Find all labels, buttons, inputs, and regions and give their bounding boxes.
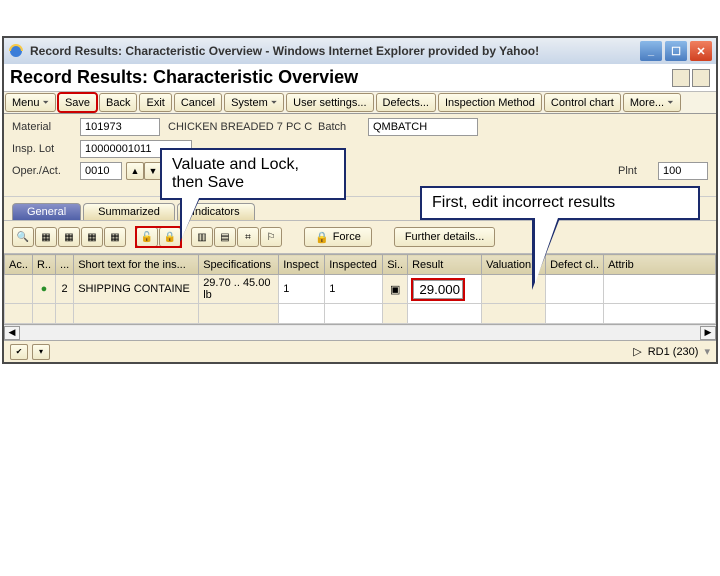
col-result[interactable]: Result xyxy=(408,255,482,275)
col-attrib[interactable]: Attrib xyxy=(604,255,716,275)
flag-icon[interactable]: ⚐ xyxy=(260,227,282,247)
back-button[interactable]: Back xyxy=(99,93,137,112)
table-row[interactable]: ● 2 SHIPPING CONTAINE 29.70 .. 45.00 lb … xyxy=(5,275,716,304)
plnt-input[interactable] xyxy=(658,162,708,180)
status-ok-icon[interactable]: ✔ xyxy=(10,344,28,360)
help-icon[interactable] xyxy=(692,69,710,87)
col-si[interactable]: Si.. xyxy=(383,255,408,275)
callout-valuate-lock: Valuate and Lock, then Save xyxy=(160,148,346,200)
cell-num: 2 xyxy=(56,275,74,304)
unlock-icon[interactable]: 🔓 xyxy=(136,227,158,247)
status-system: RD1 (230) xyxy=(648,346,699,358)
col-r[interactable]: R.. xyxy=(32,255,55,275)
calc-icon[interactable]: ⌗ xyxy=(237,227,259,247)
col-inspect[interactable]: Inspect xyxy=(279,255,325,275)
page-title: Record Results: Characteristic Overview xyxy=(10,67,672,88)
col-spec[interactable]: Specifications xyxy=(199,255,279,275)
oper-input[interactable] xyxy=(80,162,122,180)
cell-result[interactable] xyxy=(408,275,482,304)
col-dots[interactable]: ... xyxy=(56,255,74,275)
ie-titlebar: Record Results: Characteristic Overview … xyxy=(4,38,716,64)
further-details-button[interactable]: Further details... xyxy=(394,227,495,247)
col-ac[interactable]: Ac.. xyxy=(5,255,33,275)
batch-label: Batch xyxy=(318,121,368,133)
scroll-track[interactable] xyxy=(20,326,700,340)
force-button[interactable]: 🔒 Force xyxy=(304,227,372,247)
cell-shorttext: SHIPPING CONTAINE xyxy=(74,275,199,304)
menubar: Menu Save Back Exit Cancel System User s… xyxy=(4,92,716,114)
user-settings-button[interactable]: User settings... xyxy=(286,93,373,112)
material-input[interactable] xyxy=(80,118,160,136)
plnt-label: Plnt xyxy=(618,165,658,177)
cell-inspected[interactable]: 1 xyxy=(325,275,383,304)
lock-small-icon: 🔒 xyxy=(315,231,329,244)
scroll-right-icon[interactable]: ▶ xyxy=(700,326,716,340)
status-bar: ✔ ▾ ▷ RD1 (230) ▾ xyxy=(4,340,716,362)
cell-attrib[interactable] xyxy=(604,275,716,304)
system-button[interactable]: System xyxy=(224,93,284,112)
sheet1-icon[interactable]: ▦ xyxy=(35,227,57,247)
defects-button[interactable]: Defects... xyxy=(376,93,436,112)
cell-inspect[interactable]: 1 xyxy=(279,275,325,304)
chart-icon[interactable]: ▤ xyxy=(214,227,236,247)
menu-button[interactable]: Menu xyxy=(5,93,56,112)
tab-general[interactable]: General xyxy=(12,203,81,220)
further-label: Further details... xyxy=(405,231,484,243)
close-button[interactable]: ✕ xyxy=(690,41,712,61)
inspection-method-button[interactable]: Inspection Method xyxy=(438,93,542,112)
material-desc: CHICKEN BREADED 7 PC C xyxy=(168,121,318,133)
cell-r: ● xyxy=(32,275,55,304)
insp-lot-label: Insp. Lot xyxy=(12,143,80,155)
oper-up-button[interactable]: ▲ xyxy=(126,162,144,180)
status-nav-icon[interactable]: ▷ xyxy=(633,345,641,358)
ie-logo-icon xyxy=(8,43,24,59)
oper-label: Oper./Act. xyxy=(12,165,80,177)
sheet4-icon[interactable]: ▦ xyxy=(104,227,126,247)
lock-icon[interactable]: 🔒 xyxy=(159,227,181,247)
callout1-text: Valuate and Lock, then Save xyxy=(172,156,299,191)
page-heading-row: Record Results: Characteristic Overview xyxy=(4,64,716,92)
callout-edit-results: First, edit incorrect results xyxy=(420,186,700,220)
sheet2-icon[interactable]: ▦ xyxy=(58,227,80,247)
save-button[interactable]: Save xyxy=(58,93,97,112)
table-row-empty xyxy=(5,304,716,324)
cell-spec: 29.70 .. 45.00 lb xyxy=(199,275,279,304)
header-form: Material CHICKEN BREADED 7 PC C Batch In… xyxy=(4,114,716,197)
results-toolbar: 🔍 ▦ ▦ ▦ ▦ 🔓 🔒 ▥ ▤ ⌗ ⚐ 🔒Force Further det… xyxy=(4,221,716,254)
control-chart-button[interactable]: Control chart xyxy=(544,93,621,112)
status-menu-icon[interactable]: ▾ xyxy=(32,344,50,360)
result-input[interactable] xyxy=(413,280,463,299)
minimize-button[interactable]: _ xyxy=(640,41,662,61)
col-inspected[interactable]: Inspected xyxy=(325,255,383,275)
col-shorttext[interactable]: Short text for the ins... xyxy=(74,255,199,275)
scroll-left-icon[interactable]: ◀ xyxy=(4,326,20,340)
sheet3-icon[interactable]: ▦ xyxy=(81,227,103,247)
heading-icon-group xyxy=(672,69,710,87)
callout2-text: First, edit incorrect results xyxy=(432,194,615,211)
cell-ac xyxy=(5,275,33,304)
oper-stepper: ▲ ▼ xyxy=(126,162,162,180)
status-grip-icon: ▾ xyxy=(704,345,710,358)
horizontal-scrollbar[interactable]: ◀ ▶ xyxy=(4,324,716,340)
cancel-button[interactable]: Cancel xyxy=(174,93,222,112)
force-label: Force xyxy=(333,231,361,243)
toolbox-icon[interactable] xyxy=(672,69,690,87)
maximize-button[interactable]: ☐ xyxy=(665,41,687,61)
results-table: Ac.. R.. ... Short text for the ins... S… xyxy=(4,254,716,324)
tab-summarized[interactable]: Summarized xyxy=(83,203,175,220)
more-button[interactable]: More... xyxy=(623,93,681,112)
table-header-row: Ac.. R.. ... Short text for the ins... S… xyxy=(5,255,716,275)
material-label: Material xyxy=(12,121,80,133)
valuate-lock-group: 🔓 🔒 xyxy=(136,227,181,247)
cell-si-icon[interactable]: ▣ xyxy=(383,275,408,304)
find-icon[interactable]: 🔍 xyxy=(12,227,34,247)
exit-button[interactable]: Exit xyxy=(139,93,171,112)
batch-input[interactable] xyxy=(368,118,478,136)
window-buttons: _ ☐ ✕ xyxy=(640,41,712,61)
window-title: Record Results: Characteristic Overview … xyxy=(30,44,640,58)
results-table-wrap: Ac.. R.. ... Short text for the ins... S… xyxy=(4,254,716,340)
